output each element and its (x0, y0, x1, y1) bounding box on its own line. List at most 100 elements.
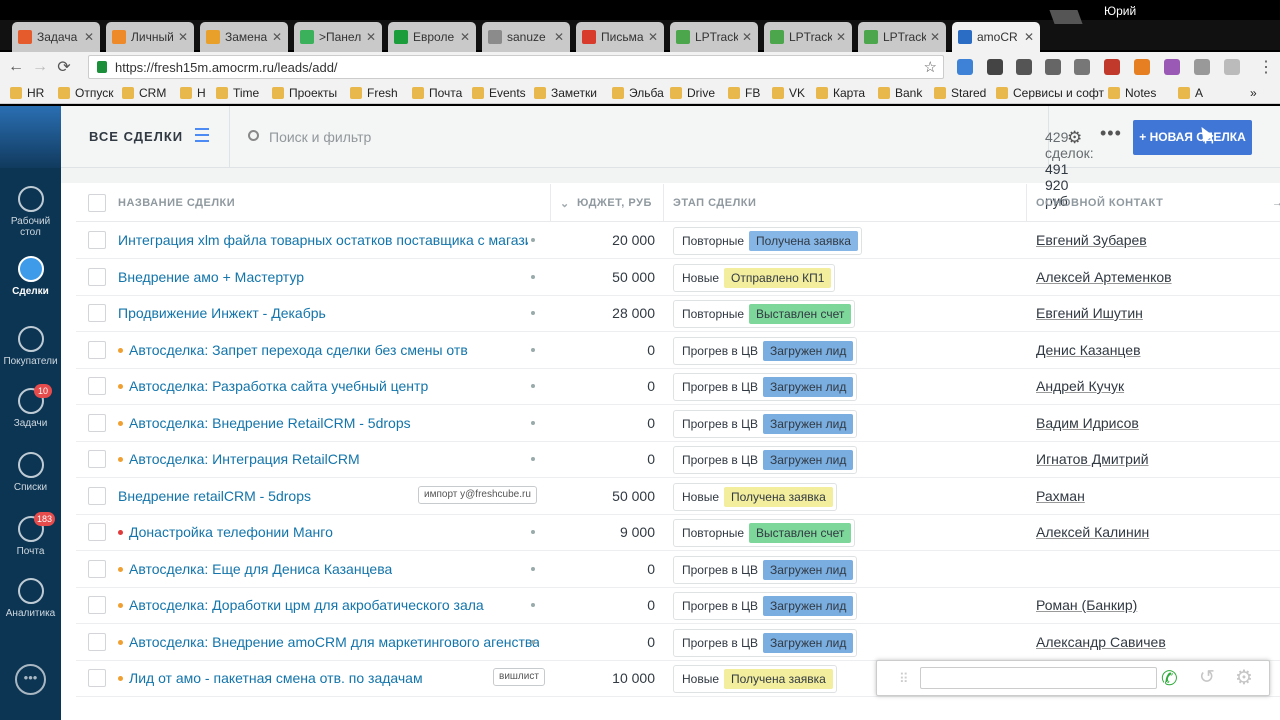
column-stage-header[interactable]: ЭТАП СДЕЛКИ (673, 197, 756, 209)
sidebar-item[interactable]: Рабочий стол (0, 186, 61, 238)
table-row[interactable]: Интеграция xlm файла товарных остатков п… (76, 222, 1280, 259)
contact-link[interactable]: Денис Казанцев (1036, 342, 1141, 358)
row-checkbox[interactable] (88, 486, 106, 505)
table-row[interactable]: Внедрение амо + Мастертур 50 000 Новые Отпр… (76, 259, 1280, 296)
extension-icon[interactable] (957, 59, 973, 75)
reload-icon[interactable]: ⟳ (52, 57, 76, 77)
contact-link[interactable]: Игнатов Дмитрий (1036, 451, 1149, 467)
more-options-icon[interactable]: ••• (1100, 123, 1122, 144)
sidebar-item[interactable]: Списки (0, 452, 61, 493)
contact-link[interactable]: Евгений Ишутин (1036, 305, 1143, 321)
sort-chevron-icon[interactable]: ⌄ (560, 197, 570, 210)
deal-stage[interactable]: Повторные Выставлен счет (673, 300, 856, 328)
deal-stage[interactable]: Прогрев в ЦВ Загружен лид (673, 446, 858, 474)
bookmark-item[interactable]: VK (772, 86, 805, 100)
deal-name-link[interactable]: Внедрение амо + Мастертур (118, 269, 304, 285)
bookmark-item[interactable]: Сервисы и софт (996, 86, 1104, 100)
row-checkbox[interactable] (88, 450, 106, 468)
row-checkbox[interactable] (88, 559, 106, 578)
extension-icon[interactable] (1164, 59, 1180, 75)
contact-link[interactable]: Александр Савичев (1036, 634, 1166, 650)
sidebar-item[interactable]: Задачи 10 (0, 384, 61, 429)
bookmark-item[interactable]: Почта (412, 86, 462, 100)
close-tab-icon[interactable]: ✕ (366, 30, 376, 44)
deal-name-link[interactable]: Автосделка: Интеграция RetailCRM (129, 451, 360, 467)
widget-settings-icon[interactable]: ⚙ (1235, 665, 1253, 690)
table-row[interactable]: Автосделка: Запрет перехода сделки без с… (76, 332, 1280, 369)
avatar[interactable] (0, 106, 61, 168)
deal-name-link[interactable]: Интеграция xlm файла товарных остатков п… (118, 232, 528, 248)
bookmark-star-icon[interactable]: ☆ (924, 58, 937, 76)
bookmark-item[interactable]: Fresh (350, 86, 398, 100)
deal-name-link[interactable]: Продвижение Инжект - Декабрь (118, 305, 326, 321)
bookmark-item[interactable]: Bank (878, 86, 922, 100)
table-row[interactable]: Внедрение retailCRM - 5drops импорт y@fre… (76, 478, 1280, 515)
table-row[interactable]: Продвижение Инжект - Декабрь 28 000 Повтор… (76, 295, 1280, 332)
drag-handle-icon[interactable]: ⠿ (899, 671, 909, 687)
row-checkbox[interactable] (88, 596, 106, 614)
new-tab-button[interactable] (1049, 10, 1083, 24)
column-contact-header[interactable]: ОСНОВНОЙ КОНТАКТ (1036, 197, 1163, 209)
close-tab-icon[interactable]: ✕ (554, 30, 564, 44)
extension-icon[interactable] (1016, 59, 1032, 75)
contact-link[interactable]: Алексей Артеменков (1036, 269, 1172, 285)
column-name-header[interactable]: НАЗВАНИЕ СДЕЛКИ (118, 197, 235, 209)
deal-stage[interactable]: Прогрев в ЦВ Загружен лид (673, 592, 858, 620)
row-checkbox[interactable] (88, 304, 106, 322)
table-row[interactable]: Донастройка телефонии Манго 9 000 Повторны… (76, 514, 1280, 551)
browser-tab[interactable]: LPTrack ✕ (858, 22, 946, 52)
deal-stage[interactable]: Прогрев в ЦВ Загружен лид (673, 555, 858, 584)
table-row[interactable]: Автосделка: Еще для Дениса Казанцева 0 Про… (76, 551, 1280, 588)
extension-icon[interactable] (1224, 59, 1240, 75)
deal-name-link[interactable]: Лид от амо - пакетная смена отв. по зада… (129, 670, 423, 686)
close-tab-icon[interactable]: ✕ (1024, 30, 1034, 44)
deal-stage[interactable]: Прогрев в ЦВ Загружен лид (673, 628, 858, 657)
extension-icon[interactable] (1104, 59, 1120, 75)
row-checkbox[interactable] (88, 632, 106, 651)
bookmark-item[interactable]: Заметки (534, 86, 597, 100)
column-budget-header[interactable]: ЮДЖЕТ, РУБ (577, 197, 652, 209)
contact-link[interactable]: Андрей Кучук (1036, 378, 1124, 394)
row-checkbox[interactable] (88, 340, 106, 359)
browser-tab[interactable]: amoCR ✕ (952, 22, 1040, 52)
table-row[interactable]: Автосделка: Внедрение RetailCRM - 5drops… (76, 405, 1280, 442)
browser-tab[interactable]: >Панел ✕ (294, 22, 382, 52)
back-icon[interactable]: ← (4, 58, 28, 76)
bookmark-item[interactable]: Time (216, 86, 259, 100)
search-input[interactable]: Поиск и фильтр (269, 129, 371, 145)
browser-tab[interactable]: LPTrack ✕ (764, 22, 852, 52)
browser-tab[interactable]: LPTrack ✕ (670, 22, 758, 52)
search-filter[interactable]: Поиск и фильтр 429 сделок: 491 920 руб (229, 106, 1094, 209)
call-history-icon[interactable]: ↺ (1199, 666, 1215, 689)
extension-icon[interactable] (1194, 59, 1210, 75)
close-tab-icon[interactable]: ✕ (930, 30, 940, 44)
deal-tag[interactable]: вишлист (493, 668, 545, 686)
address-bar[interactable]: https://fresh15m.amocrm.ru/leads/add/ ☆ (88, 55, 944, 79)
bookmark-item[interactable]: Stared (934, 86, 986, 100)
deal-stage[interactable]: Повторные Получена заявка (673, 227, 862, 255)
select-all-checkbox[interactable] (88, 194, 106, 212)
close-tab-icon[interactable]: ✕ (742, 30, 752, 44)
contact-link[interactable]: Алексей Калинин (1036, 524, 1149, 540)
close-tab-icon[interactable]: ✕ (460, 30, 470, 44)
contact-link[interactable]: Рахман (1036, 488, 1085, 504)
contact-link[interactable]: Вадим Идрисов (1036, 415, 1139, 431)
deal-name-link[interactable]: Автосделка: Запрет перехода сделки без с… (129, 342, 468, 358)
extension-icon[interactable] (987, 59, 1003, 75)
settings-gear-icon[interactable]: ⚙ (1067, 128, 1082, 148)
table-row[interactable]: Автосделка: Разработка сайта учебный цен… (76, 368, 1280, 405)
row-checkbox[interactable] (88, 413, 106, 432)
bookmark-item[interactable]: CRM (122, 86, 166, 100)
deal-stage[interactable]: Прогрев в ЦВ Загружен лид (673, 409, 858, 438)
deal-name-link[interactable]: Автосделка: Еще для Дениса Казанцева (129, 561, 392, 577)
extension-icon[interactable] (1045, 59, 1061, 75)
sidebar-item[interactable]: Почта 183 (0, 512, 61, 557)
deal-name-link[interactable]: Донастройка телефонии Манго (129, 524, 333, 540)
browser-tab[interactable]: Евроле ✕ (388, 22, 476, 52)
bookmark-item[interactable]: Проекты (272, 86, 337, 100)
deal-name-link[interactable]: Автосделка: Внедрение RetailCRM - 5drops (129, 415, 411, 431)
deal-tag[interactable]: импорт y@freshcube.ru (418, 485, 537, 504)
table-row[interactable]: Автосделка: Доработки црм для акробатиче… (76, 587, 1280, 624)
row-checkbox[interactable] (88, 377, 106, 395)
extension-icon[interactable] (1074, 59, 1090, 75)
